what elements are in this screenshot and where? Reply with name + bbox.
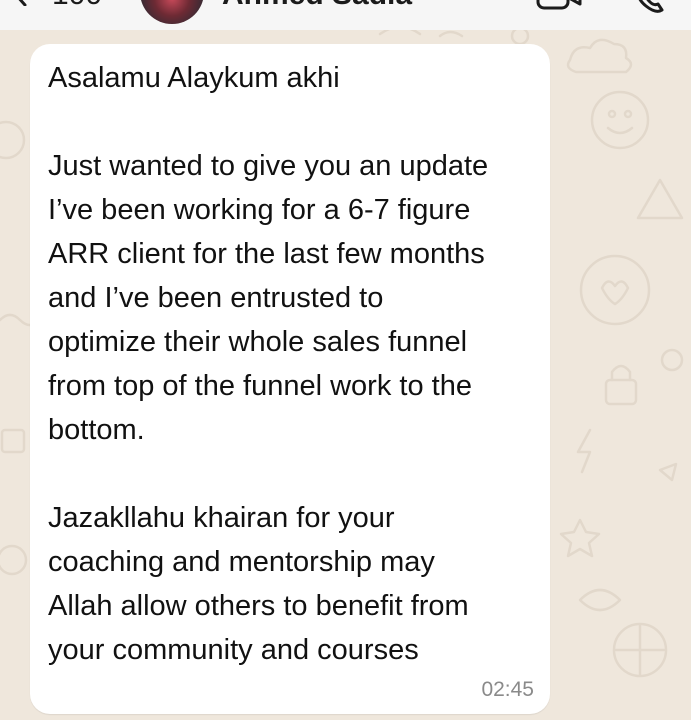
wallpaper-doodle-triangle-icon xyxy=(636,178,684,220)
unread-count[interactable]: 100 xyxy=(52,0,102,12)
wallpaper-doodle-circle-icon xyxy=(590,90,650,150)
wallpaper-doodle-lock-icon xyxy=(604,378,638,406)
back-chevron-icon[interactable] xyxy=(14,0,28,6)
message-bubble[interactable]: Asalamu Alaykum akhi Just wanted to give… xyxy=(30,44,550,714)
wallpaper-doodle-heart-ring-icon xyxy=(579,254,651,326)
wallpaper-doodle-star-icon xyxy=(559,518,601,558)
wallpaper-doodle-lightning-icon xyxy=(576,428,592,474)
wallpaper-doodle-right-spiral-icon xyxy=(578,588,622,612)
avatar[interactable] xyxy=(140,0,204,24)
contact-name[interactable]: Ahmed Sadia xyxy=(222,0,412,12)
wallpaper-doodle-left-circle-icon xyxy=(0,120,26,160)
wallpaper-doodle-left-square-icon xyxy=(0,428,26,454)
message-text: Asalamu Alaykum akhi Just wanted to give… xyxy=(48,62,489,666)
video-call-icon[interactable] xyxy=(536,0,582,10)
message-timestamp: 02:45 xyxy=(481,678,534,701)
phone-call-icon[interactable] xyxy=(634,0,664,14)
chat-header: 100 Ahmed Sadia xyxy=(0,0,691,30)
wallpaper-doodle-smile-icon xyxy=(606,126,634,135)
wallpaper-doodle-cloud-icon xyxy=(566,38,633,74)
